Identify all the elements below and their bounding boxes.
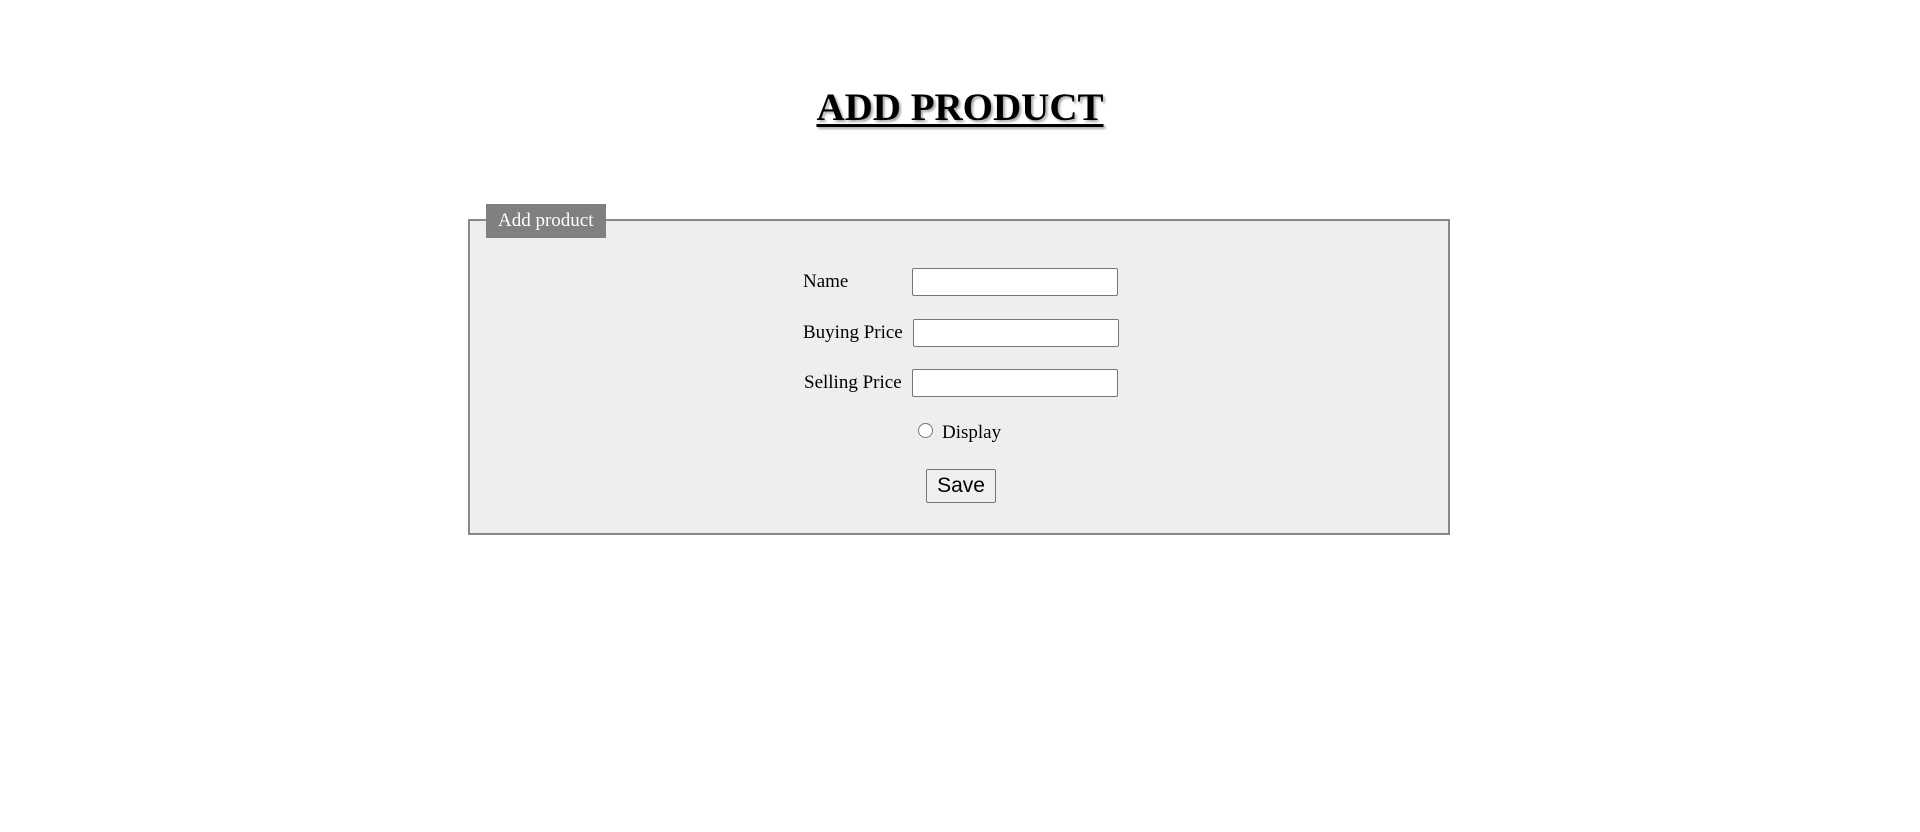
fieldset-legend: Add product (486, 204, 606, 238)
buying-price-label: Buying Price (803, 322, 903, 343)
selling-price-input[interactable] (912, 369, 1118, 397)
display-label[interactable]: Display (942, 420, 1001, 446)
page-title: ADD PRODUCT (0, 78, 1920, 138)
name-label: Name (803, 271, 849, 292)
save-button[interactable]: Save (926, 469, 996, 503)
display-radio[interactable] (918, 423, 933, 438)
name-input[interactable] (912, 268, 1118, 296)
page: ADD PRODUCT Add product Name Buying Pric… (0, 0, 1920, 832)
buying-price-input[interactable] (913, 319, 1119, 347)
page-title-text: ADD PRODUCT (816, 86, 1104, 129)
add-product-fieldset: Add product Name Buying Price Selling Pr… (468, 204, 1450, 535)
selling-price-label: Selling Price (804, 372, 902, 393)
